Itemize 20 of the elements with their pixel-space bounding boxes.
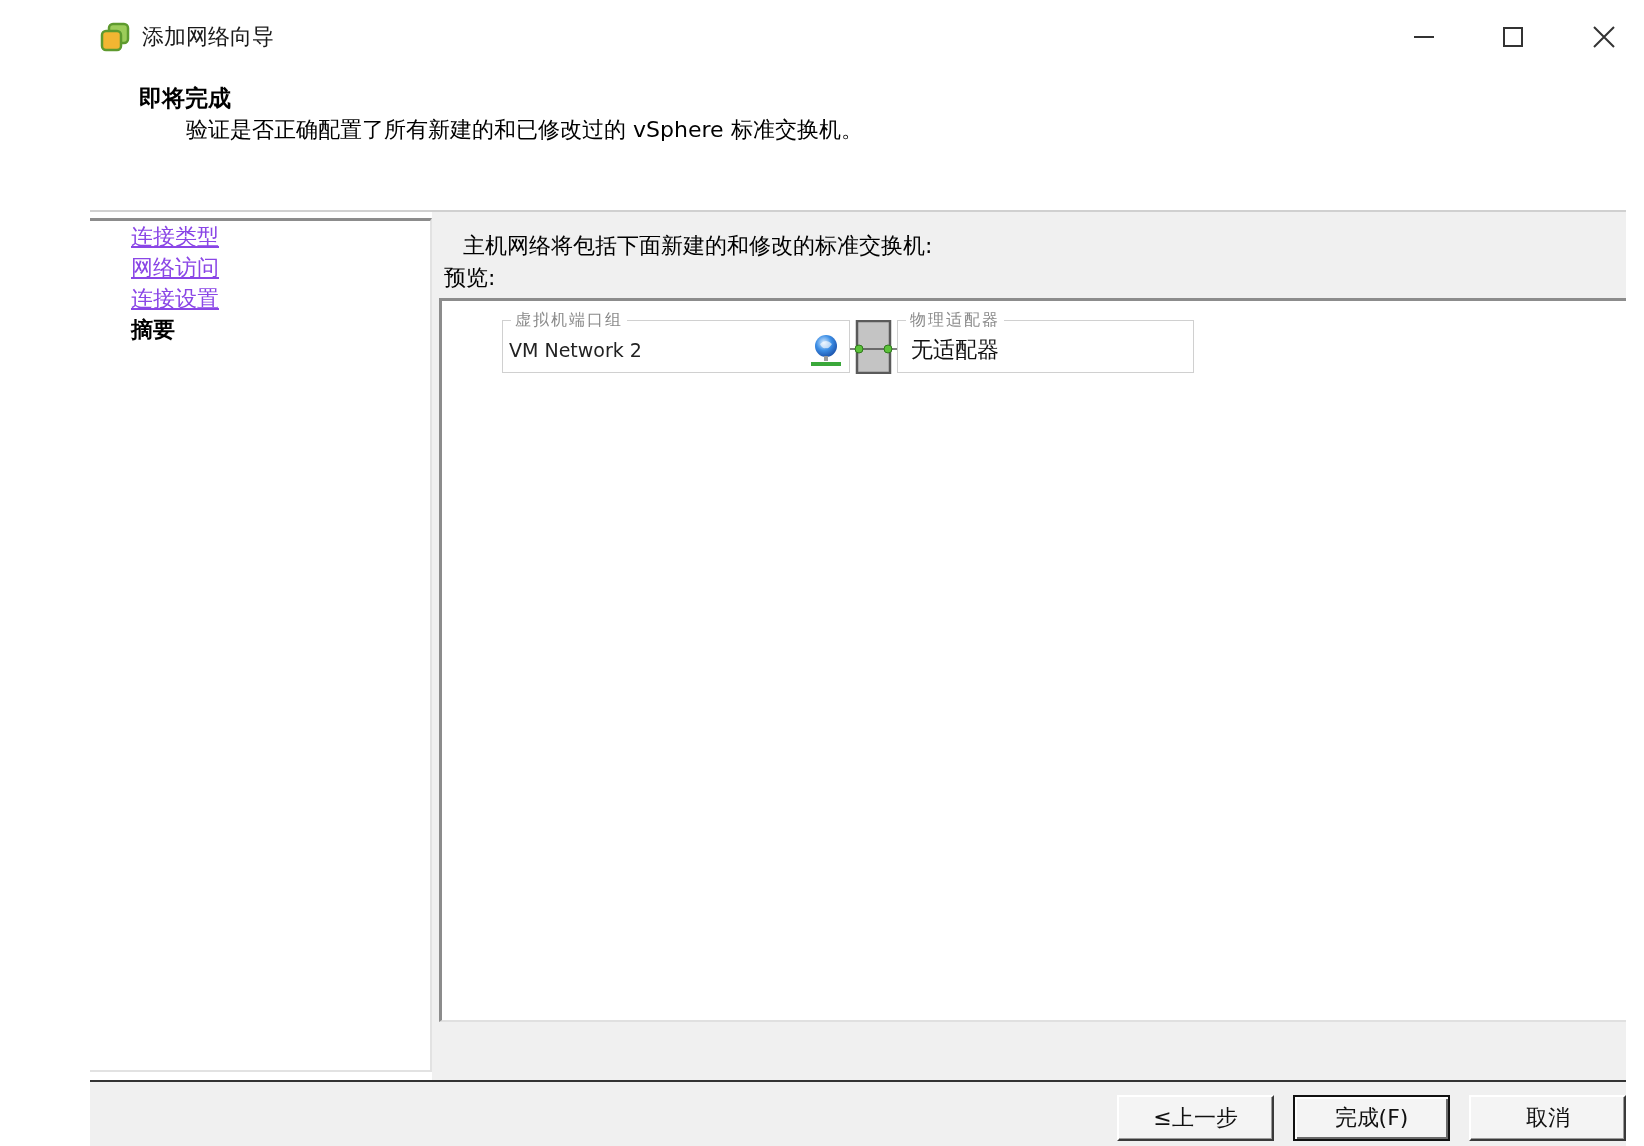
port-group-legend: 虚拟机端口组 xyxy=(511,311,627,329)
wizard-step[interactable]: 连接设置 xyxy=(131,283,219,314)
preview-label: 预览: xyxy=(444,264,496,292)
wizard-button[interactable]: ≤上一步 xyxy=(1117,1095,1274,1141)
port-group-name: VM Network 2 xyxy=(509,339,642,361)
wizard-button[interactable]: 取消 xyxy=(1469,1095,1626,1141)
adapters-value: 无适配器 xyxy=(911,336,999,364)
window-title: 添加网络向导 xyxy=(142,23,274,51)
wizard-step[interactable]: 网络访问 xyxy=(131,252,219,283)
adapters-legend: 物理适配器 xyxy=(906,311,1004,329)
globe-icon xyxy=(810,334,842,366)
page-heading: 即将完成 xyxy=(139,84,231,113)
summary-intro: 主机网络将包括下面新建的和修改的标准交换机: xyxy=(463,232,933,260)
maximize-icon[interactable] xyxy=(1503,27,1523,47)
wizard-step: 摘要 xyxy=(131,314,175,345)
page-description: 验证是否正确配置了所有新建的和已修改过的 vSphere 标准交换机。 xyxy=(186,116,863,144)
wizard-step[interactable]: 连接类型 xyxy=(131,221,219,252)
close-icon[interactable] xyxy=(1593,26,1615,48)
wizard-button[interactable]: 完成(F) xyxy=(1293,1095,1450,1141)
overlapping-squares-icon xyxy=(100,22,130,52)
